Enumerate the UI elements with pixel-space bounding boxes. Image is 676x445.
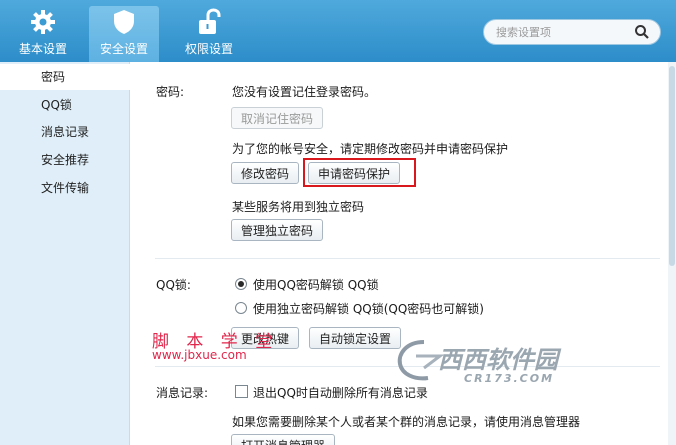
watermark-brand-text: 西西软件园 bbox=[438, 346, 558, 374]
watermark-brand-sub: CR173.COM bbox=[464, 372, 555, 385]
qqlock-qq-password-radio[interactable] bbox=[235, 278, 247, 290]
scrollbar-thumb[interactable] bbox=[669, 66, 675, 266]
tab-security-settings[interactable]: 安全设置 bbox=[89, 6, 159, 62]
search-input[interactable] bbox=[496, 24, 626, 40]
sidebar: 密码 QQ锁 消息记录 安全推荐 文件传输 bbox=[0, 62, 130, 445]
auto-delete-messages-checkbox[interactable] bbox=[235, 385, 248, 398]
section-divider bbox=[155, 258, 660, 259]
password-status-text: 您没有设置记住登录密码。 bbox=[232, 85, 377, 99]
watermark-url: www.jbxue.com bbox=[152, 348, 247, 362]
gear-icon bbox=[31, 10, 55, 34]
sidebar-item-label: 密码 bbox=[41, 70, 66, 84]
tab-basic-settings[interactable]: 基本设置 bbox=[8, 6, 78, 62]
watermark-logo: 西西软件园 CR173.COM bbox=[394, 334, 606, 392]
tab-label: 权限设置 bbox=[184, 42, 233, 56]
vertical-scrollbar[interactable] bbox=[668, 62, 676, 445]
top-navigation-bar: 基本设置 安全设置 权限设置 bbox=[0, 0, 676, 62]
tab-permission-settings[interactable]: 权限设置 bbox=[174, 6, 244, 62]
message-manager-hint: 如果您需要删除某个人或者某个群的消息记录，请使用消息管理器 bbox=[232, 415, 581, 429]
qqlock-option-qq-password: 使用QQ密码解锁 QQ锁 bbox=[253, 278, 379, 292]
sidebar-item-security-recommend[interactable]: 安全推荐 bbox=[0, 147, 130, 173]
shield-icon bbox=[114, 10, 134, 34]
qqlock-section-label: QQ锁: bbox=[156, 278, 191, 292]
sidebar-item-label: 安全推荐 bbox=[41, 153, 90, 167]
password-section-label: 密码: bbox=[156, 85, 185, 99]
cancel-remember-password-button: 取消记住密码 bbox=[231, 107, 324, 129]
qqlock-independent-password-radio[interactable] bbox=[235, 302, 247, 314]
sidebar-item-message-records[interactable]: 消息记录 bbox=[0, 119, 130, 145]
open-message-manager-button[interactable]: 打开消息管理器 bbox=[231, 434, 336, 445]
sidebar-item-label: 文件传输 bbox=[41, 181, 90, 195]
tab-label: 安全设置 bbox=[99, 42, 148, 56]
tab-label: 基本设置 bbox=[18, 42, 67, 56]
auto-lock-settings-button[interactable]: 自动锁定设置 bbox=[309, 327, 402, 349]
search-icon[interactable] bbox=[634, 24, 650, 40]
sidebar-item-label: QQ锁 bbox=[41, 98, 72, 112]
unlock-icon bbox=[199, 8, 221, 34]
manage-independent-password-button[interactable]: 管理独立密码 bbox=[231, 219, 324, 241]
apply-password-protection-button[interactable]: 申请密码保护 bbox=[308, 162, 401, 184]
sidebar-item-label: 消息记录 bbox=[41, 125, 90, 139]
qqlock-option-independent-password: 使用独立密码解锁 QQ锁(QQ密码也可解锁) bbox=[253, 302, 484, 316]
independent-password-text: 某些服务将用到独立密码 bbox=[232, 200, 365, 214]
sidebar-item-password[interactable]: 密码 bbox=[0, 64, 130, 90]
change-password-button[interactable]: 修改密码 bbox=[231, 162, 300, 184]
password-advice-text: 为了您的帐号安全，请定期修改密码并申请密码保护 bbox=[232, 142, 509, 156]
messages-section-label: 消息记录: bbox=[156, 386, 209, 400]
search-box bbox=[483, 19, 661, 45]
sidebar-item-qqlock[interactable]: QQ锁 bbox=[0, 92, 130, 118]
sidebar-item-file-transfer[interactable]: 文件传输 bbox=[0, 175, 130, 201]
